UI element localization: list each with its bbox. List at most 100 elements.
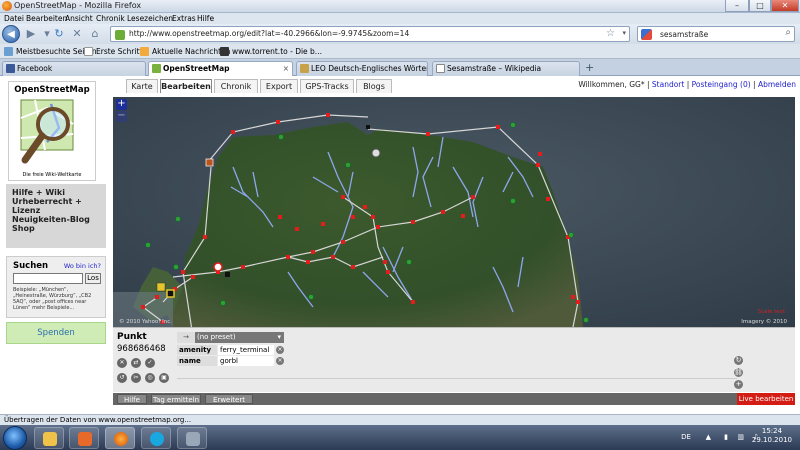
tab-karte[interactable]: Karte [126, 79, 158, 93]
taskbar-media[interactable] [69, 427, 99, 449]
inbox-link[interactable]: Posteingang (0) [692, 80, 751, 89]
stop-icon[interactable]: ✕ [70, 27, 84, 41]
reload-icon[interactable]: ↻ [52, 27, 66, 41]
bookmark-aktuelle-nachrichten[interactable]: Aktuelle Nachrichten [140, 46, 230, 57]
zoom-out-button[interactable]: − [116, 111, 127, 122]
back-arrow-icon[interactable]: ◀ [2, 25, 20, 43]
link-icon[interactable]: ⛓ [734, 368, 743, 377]
osm-logo[interactable]: OpenStreetMap Die freie Wiki-Weltkarte [8, 81, 96, 181]
get-tags-button[interactable]: Tag ermitteln [151, 394, 201, 404]
search-box[interactable]: sesamstraße ⌕ [637, 26, 795, 42]
photo-icon[interactable]: ▣ [159, 373, 169, 383]
live-edit-button[interactable]: Live bearbeiten [737, 393, 795, 405]
google-engine-icon[interactable] [641, 29, 652, 40]
battery-icon[interactable]: ▮ [724, 433, 728, 441]
taskbar-explorer[interactable] [34, 427, 64, 449]
tab-gps-tracks[interactable]: GPS-Tracks [300, 79, 354, 93]
forward-arrow-icon[interactable]: ▶ [24, 27, 38, 41]
search-value[interactable]: sesamstraße [660, 30, 708, 39]
zoom-in-button[interactable]: + [116, 99, 127, 110]
tab-wikipedia[interactable]: Sesamstraße – Wikipedia [432, 61, 580, 76]
maximize-button[interactable]: □ [749, 0, 771, 12]
tab-blogs[interactable]: Blogs [356, 79, 392, 93]
undo-icon[interactable]: ↺ [117, 373, 127, 383]
info-poi-icon[interactable] [371, 148, 381, 158]
language-indicator[interactable]: DE [681, 433, 691, 441]
welcome-user[interactable]: Willkommen, GG* [578, 80, 644, 89]
black-node[interactable] [366, 125, 370, 129]
home-icon[interactable]: ⌂ [88, 27, 102, 41]
menu-chronik[interactable]: Chronik [96, 13, 125, 24]
building-poi-icon[interactable] [205, 158, 214, 167]
remove-tag-icon[interactable]: × [276, 346, 284, 354]
tab-leo[interactable]: LEO Deutsch-Englisches Wörterbuc... [296, 61, 428, 76]
site-identity-icon[interactable] [115, 30, 125, 40]
start-button[interactable] [3, 426, 27, 450]
map-editor-canvas[interactable]: + − Scale text © 2010 Yahoo! Inc. Imager… [113, 97, 795, 327]
delete-icon[interactable]: ✕ [117, 358, 127, 368]
merge-icon[interactable]: ◎ [145, 373, 155, 383]
tag-value[interactable]: ferry_terminal [218, 345, 274, 355]
nav-link-blog[interactable]: Neuigkeiten-Blog [12, 215, 100, 224]
tab-close-icon[interactable]: × [283, 62, 289, 75]
add-tag-icon[interactable]: + [734, 380, 743, 389]
nav-link-urheberrecht[interactable]: Urheberrecht + Lizenz [12, 197, 100, 215]
clock[interactable]: 15:24 29.10.2010 [752, 427, 792, 445]
tidy-icon[interactable]: ✓ [145, 358, 155, 368]
bookmark-meistbesuchte[interactable]: Meistbesuchte Seiten [4, 46, 97, 57]
preset-select[interactable]: → (no preset) ▾ [177, 332, 284, 343]
rss-icon [140, 47, 149, 56]
network-icon[interactable]: ▥ [737, 433, 744, 441]
donate-button[interactable]: Spenden [6, 322, 106, 344]
tray-arrow-icon[interactable]: ▲ [706, 433, 711, 441]
tag-key[interactable]: amenity [177, 345, 217, 355]
refresh-icon[interactable]: ↻ [734, 356, 743, 365]
selected-point[interactable] [166, 289, 175, 298]
close-button[interactable]: ✕ [771, 0, 799, 12]
tab-facebook[interactable]: Facebook [2, 61, 146, 76]
tab-export[interactable]: Export [260, 79, 298, 93]
help-button[interactable]: Hilfe [117, 394, 147, 404]
new-tab-icon[interactable]: + [585, 61, 594, 74]
satellite-map[interactable] [113, 97, 795, 327]
logout-link[interactable]: Abmelden [758, 80, 796, 89]
bookmark-star-icon[interactable]: ☆ [606, 28, 615, 39]
taskbar-skype[interactable] [141, 427, 171, 449]
bookmark-erste-schritte[interactable]: Erste Schritte [84, 46, 147, 57]
search-go-button[interactable]: Los [85, 273, 101, 284]
advanced-button[interactable]: Erweitert [205, 394, 253, 404]
menu-bearbeiten[interactable]: Bearbeiten [26, 13, 67, 24]
ferry-terminal-icon[interactable] [156, 282, 166, 292]
menu-lesezeichen[interactable]: Lesezeichen [127, 13, 173, 24]
menu-extras[interactable]: Extras [172, 13, 196, 24]
nav-link-hilfe[interactable]: Hilfe + Wiki [12, 188, 100, 197]
preset-arrow-icon[interactable]: → [177, 332, 195, 343]
split-icon[interactable]: ✂ [131, 373, 141, 383]
search-icon[interactable]: ⌕ [785, 27, 791, 38]
menu-datei[interactable]: Datei [4, 13, 24, 24]
standort-link[interactable]: Standort [652, 80, 684, 89]
black-node-2[interactable] [225, 272, 230, 277]
tag-key[interactable]: name [177, 356, 217, 366]
tag-value[interactable]: gorbl [218, 356, 274, 366]
url-dropdown-icon[interactable]: ▾ [622, 29, 626, 37]
where-am-i-link[interactable]: Wo bin ich? [64, 262, 101, 270]
taskbar-firefox[interactable] [105, 427, 135, 449]
red-ring-poi-icon[interactable] [213, 262, 223, 272]
menu-ansicht[interactable]: Ansicht [65, 13, 93, 24]
nav-link-shop[interactable]: Shop [12, 224, 100, 233]
bookmark-torrent[interactable]: www.torrent.to - Die b... [220, 46, 322, 57]
place-search-input[interactable] [13, 273, 83, 284]
menu-hilfe[interactable]: Hilfe [197, 13, 214, 24]
reverse-icon[interactable]: ⇄ [131, 358, 141, 368]
site-favicon-icon [220, 47, 229, 56]
tab-chronik[interactable]: Chronik [214, 79, 258, 93]
tab-openstreetmap[interactable]: OpenStreetMap × [148, 61, 293, 76]
minimize-button[interactable]: – [725, 0, 749, 12]
taskbar-app[interactable] [177, 427, 207, 449]
preset-dropdown-icon[interactable]: ▾ [277, 332, 281, 343]
url-bar[interactable]: http://www.openstreetmap.org/edit?lat=-4… [110, 26, 630, 42]
remove-tag-icon[interactable]: × [276, 357, 284, 365]
url-text[interactable]: http://www.openstreetmap.org/edit?lat=-4… [129, 29, 409, 38]
tab-bearbeiten[interactable]: Bearbeiten [160, 79, 212, 93]
